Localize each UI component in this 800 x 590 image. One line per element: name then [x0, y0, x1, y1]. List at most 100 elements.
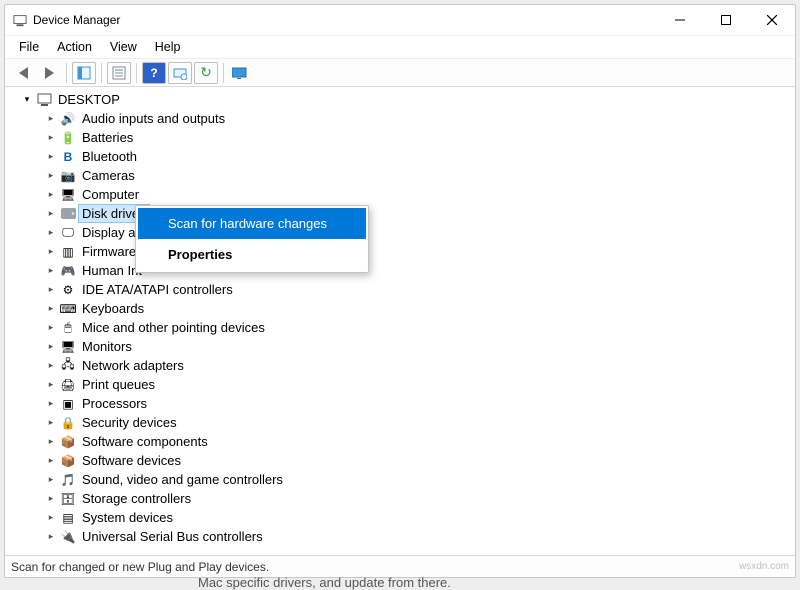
monitor-icon: 🖥 [60, 339, 76, 355]
properties-button[interactable] [107, 62, 131, 84]
arrow-left-icon [19, 67, 28, 79]
hid-icon: 🎮 [60, 263, 76, 279]
back-button[interactable] [11, 62, 35, 84]
toolbar-separator [223, 63, 224, 83]
chevron-right-icon: ▸ [45, 170, 57, 182]
chevron-right-icon: ▸ [45, 398, 57, 410]
tree-item-bluetooth[interactable]: ▸BBluetooth [41, 147, 793, 166]
statusbar: Scan for changed or new Plug and Play de… [5, 555, 795, 577]
chevron-right-icon: ▸ [45, 531, 57, 543]
show-hide-console-tree-button[interactable] [72, 62, 96, 84]
menu-view[interactable]: View [102, 37, 145, 57]
tree-item-ide[interactable]: ▸⚙IDE ATA/ATAPI controllers [41, 280, 793, 299]
scan-hardware-button[interactable] [168, 62, 192, 84]
lock-icon: 🔒 [60, 415, 76, 431]
network-icon: 🖧 [60, 358, 76, 374]
chevron-right-icon: ▸ [45, 436, 57, 448]
chevron-right-icon: ▸ [45, 303, 57, 315]
menubar: File Action View Help [5, 35, 795, 59]
chevron-right-icon: ▸ [45, 455, 57, 467]
chevron-right-icon: ▸ [45, 189, 57, 201]
chevron-right-icon: ▸ [45, 246, 57, 258]
chevron-right-icon: ▸ [45, 322, 57, 334]
tree-item-keyboards[interactable]: ▸⌨Keyboards [41, 299, 793, 318]
mouse-icon: 🖱 [60, 320, 76, 336]
update-driver-button[interactable]: ↻ [194, 62, 218, 84]
menu-file[interactable]: File [11, 37, 47, 57]
chevron-down-icon: ▾ [21, 94, 33, 106]
tree-item-storage[interactable]: ▸🗄Storage controllers [41, 489, 793, 508]
battery-icon: 🔋 [60, 130, 76, 146]
context-menu: Scan for hardware changes Properties [135, 205, 369, 273]
cpu-icon: ▣ [60, 396, 76, 412]
tree-item-usb[interactable]: ▸🔌Universal Serial Bus controllers [41, 527, 793, 546]
chevron-right-icon: ▸ [45, 341, 57, 353]
window-title: Device Manager [33, 13, 120, 27]
chevron-right-icon: ▸ [45, 474, 57, 486]
speaker-icon: 🔊 [60, 111, 76, 127]
ide-icon: ⚙ [60, 282, 76, 298]
device-tree[interactable]: ▾ DESKTOP ▸🔊Audio inputs and outputs ▸🔋B… [5, 87, 795, 555]
chevron-right-icon: ▸ [45, 360, 57, 372]
disk-icon [60, 206, 76, 222]
titlebar: Device Manager [5, 5, 795, 35]
watermark: wsxdn.com [739, 561, 789, 572]
app-icon [13, 13, 27, 27]
software-icon: 📦 [60, 434, 76, 450]
maximize-button[interactable] [703, 5, 749, 35]
toolbar: ? ↻ [5, 59, 795, 87]
root-label: DESKTOP [55, 91, 123, 108]
software-icon: 📦 [60, 453, 76, 469]
tree-item-software-devices[interactable]: ▸📦Software devices [41, 451, 793, 470]
chevron-right-icon: ▸ [45, 512, 57, 524]
bluetooth-icon: B [60, 149, 76, 165]
help-button[interactable]: ? [142, 62, 166, 84]
tree-item-cameras[interactable]: ▸📷Cameras [41, 166, 793, 185]
menu-help[interactable]: Help [147, 37, 189, 57]
tree-item-sound[interactable]: ▸🎵Sound, video and game controllers [41, 470, 793, 489]
tree-item-processors[interactable]: ▸▣Processors [41, 394, 793, 413]
chevron-right-icon: ▸ [45, 227, 57, 239]
monitor-icon: 🖥 [60, 187, 76, 203]
chevron-right-icon: ▸ [45, 265, 57, 277]
devices-by-type-button[interactable] [229, 62, 253, 84]
tree-item-software-components[interactable]: ▸📦Software components [41, 432, 793, 451]
camera-icon: 📷 [60, 168, 76, 184]
chevron-right-icon: ▸ [45, 151, 57, 163]
tree-item-network[interactable]: ▸🖧Network adapters [41, 356, 793, 375]
chevron-right-icon: ▸ [45, 208, 57, 220]
context-properties-label: Properties [168, 247, 232, 262]
background-text-fragment: Mac specific drivers, and update from th… [198, 575, 451, 590]
context-scan-hardware[interactable]: Scan for hardware changes [138, 208, 366, 239]
chevron-right-icon: ▸ [45, 284, 57, 296]
chevron-right-icon: ▸ [45, 379, 57, 391]
arrow-right-icon [45, 67, 54, 79]
tree-item-audio[interactable]: ▸🔊Audio inputs and outputs [41, 109, 793, 128]
chevron-right-icon: ▸ [45, 132, 57, 144]
device-manager-window: Device Manager File Action View Help ? [4, 4, 796, 578]
tree-item-batteries[interactable]: ▸🔋Batteries [41, 128, 793, 147]
tree-item-security[interactable]: ▸🔒Security devices [41, 413, 793, 432]
keyboard-icon: ⌨ [60, 301, 76, 317]
computer-icon [36, 92, 52, 108]
menu-action[interactable]: Action [49, 37, 100, 57]
storage-icon: 🗄 [60, 491, 76, 507]
tree-root-node[interactable]: ▾ DESKTOP [17, 90, 793, 109]
context-properties[interactable]: Properties [138, 239, 366, 270]
usb-icon: 🔌 [60, 529, 76, 545]
firmware-icon: ▥ [60, 244, 76, 260]
toolbar-separator [136, 63, 137, 83]
chevron-right-icon: ▸ [45, 113, 57, 125]
minimize-button[interactable] [657, 5, 703, 35]
tree-item-mice[interactable]: ▸🖱Mice and other pointing devices [41, 318, 793, 337]
caption-buttons [657, 5, 795, 35]
tree-item-print-queues[interactable]: ▸🖨Print queues [41, 375, 793, 394]
tree-item-monitors[interactable]: ▸🖥Monitors [41, 337, 793, 356]
forward-button[interactable] [37, 62, 61, 84]
close-button[interactable] [749, 5, 795, 35]
tree-item-computer[interactable]: ▸🖥Computer [41, 185, 793, 204]
tree-item-system[interactable]: ▸▤System devices [41, 508, 793, 527]
toolbar-separator [101, 63, 102, 83]
chevron-right-icon: ▸ [45, 493, 57, 505]
display-icon: 🖵 [60, 225, 76, 241]
